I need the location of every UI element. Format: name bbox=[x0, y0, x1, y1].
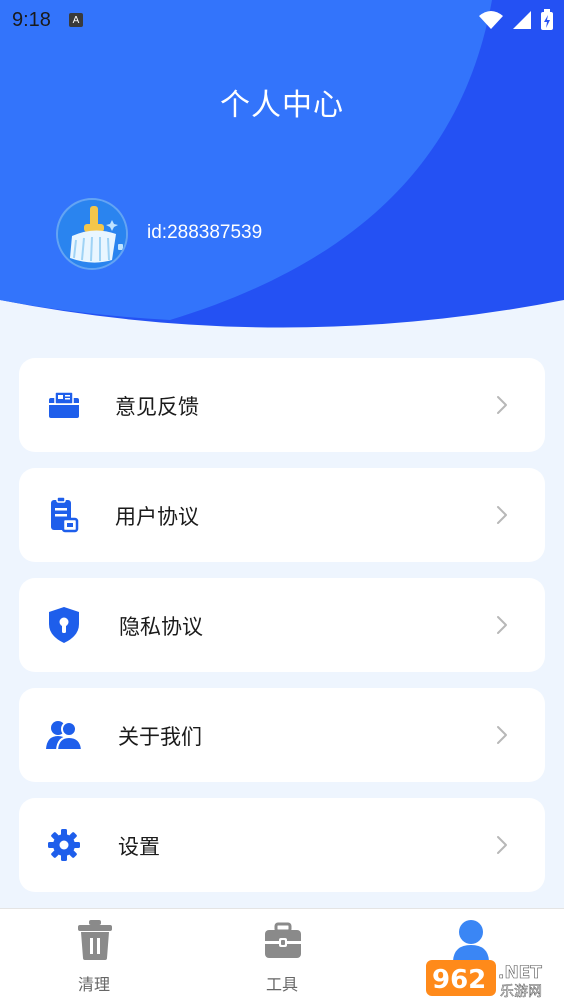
status-time: 9:18 bbox=[12, 8, 51, 31]
wifi-icon bbox=[479, 11, 503, 29]
status-icons bbox=[478, 9, 554, 31]
status-notification-badge: A bbox=[68, 13, 83, 27]
about-us-icon bbox=[45, 716, 83, 754]
avatar[interactable] bbox=[56, 198, 128, 270]
menu-item-about-us[interactable]: 关于我们 bbox=[19, 688, 545, 782]
menu-list: 意见反馈 用户协议 隐私协议 关于我们 设置 bbox=[19, 358, 545, 908]
page-title: 个人中心 bbox=[220, 88, 344, 123]
battery-icon bbox=[541, 9, 553, 30]
menu-item-settings[interactable]: 设置 bbox=[19, 798, 545, 892]
menu-item-privacy[interactable]: 隐私协议 bbox=[19, 578, 545, 672]
privacy-shield-icon bbox=[45, 606, 83, 644]
nav-tab-clean[interactable]: 清理 bbox=[0, 909, 188, 1004]
menu-label-feedback: 意见反馈 bbox=[115, 395, 199, 419]
user-id: id:288387539 bbox=[147, 222, 263, 243]
menu-item-user-agreement[interactable]: 用户协议 bbox=[19, 468, 545, 562]
menu-label-privacy: 隐私协议 bbox=[119, 615, 203, 639]
nav-label-clean: 清理 bbox=[77, 975, 110, 994]
profile-header: 9:18 A 个人中心 id:288387539 bbox=[0, 0, 564, 340]
chevron-right-icon bbox=[497, 616, 507, 634]
menu-label-about-us: 关于我们 bbox=[118, 725, 202, 749]
toolbox-icon bbox=[265, 922, 301, 958]
status-bar: 9:18 A bbox=[0, 0, 564, 40]
watermark-logo: 962 .NET 乐游网 bbox=[426, 958, 558, 1000]
chevron-right-icon bbox=[497, 836, 507, 854]
profile-icon bbox=[453, 920, 489, 961]
nav-tab-tools[interactable]: 工具 bbox=[188, 909, 376, 1004]
header-background bbox=[0, 0, 564, 328]
svg-text:乐游网: 乐游网 bbox=[500, 984, 542, 1000]
menu-label-settings: 设置 bbox=[118, 835, 160, 859]
bottom-navigation: 清理 工具 我的 962 .NET 乐游网 bbox=[0, 908, 564, 1004]
signal-icon bbox=[513, 11, 531, 29]
chevron-right-icon bbox=[497, 726, 507, 744]
feedback-icon bbox=[45, 386, 83, 424]
settings-gear-icon bbox=[45, 826, 83, 864]
trash-icon bbox=[78, 920, 112, 960]
menu-label-user-agreement: 用户协议 bbox=[115, 505, 199, 529]
chevron-right-icon bbox=[497, 396, 507, 414]
user-agreement-icon bbox=[45, 496, 83, 534]
menu-item-feedback[interactable]: 意见反馈 bbox=[19, 358, 545, 452]
chevron-right-icon bbox=[497, 506, 507, 524]
svg-text:.NET: .NET bbox=[498, 963, 542, 983]
nav-label-tools: 工具 bbox=[265, 975, 298, 994]
svg-text:962: 962 bbox=[432, 965, 486, 995]
